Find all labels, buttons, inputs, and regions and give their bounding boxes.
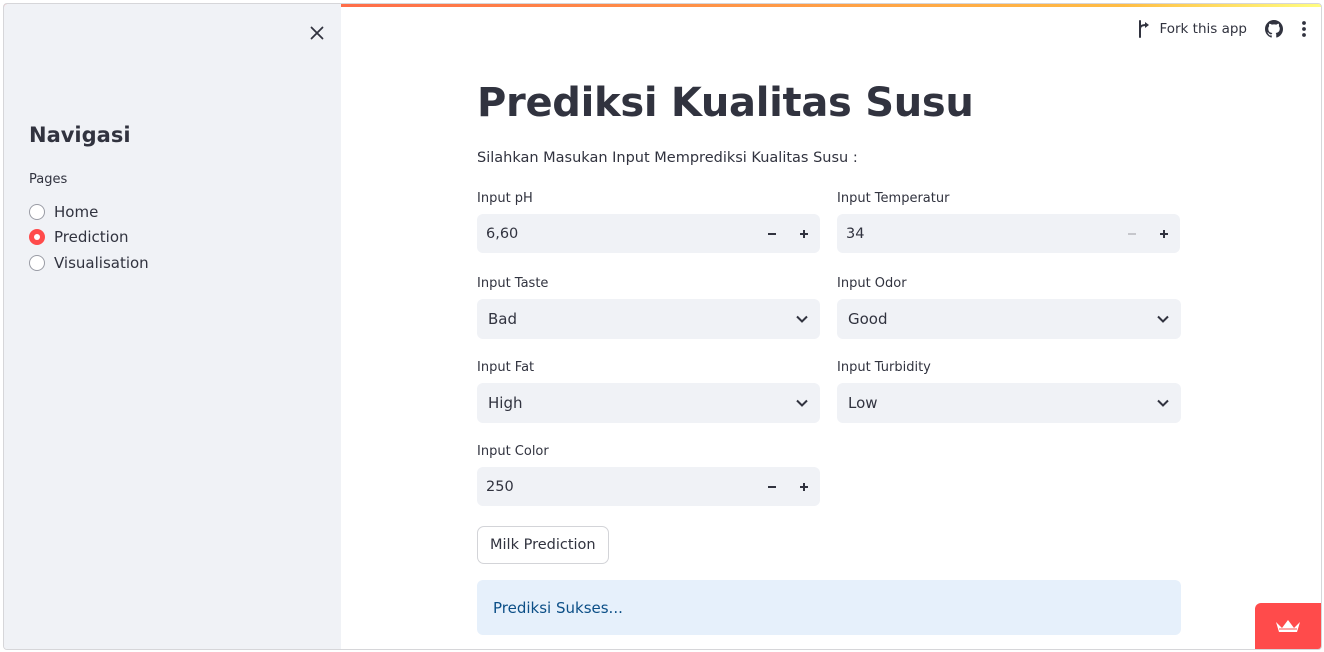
radio-label: Prediction <box>54 228 129 247</box>
chevron-down-icon <box>796 315 808 323</box>
radio-group-label: Pages <box>29 172 68 187</box>
odor-label: Input Odor <box>837 276 907 291</box>
color-label: Input Color <box>477 444 549 459</box>
temperatur-decrement-button[interactable] <box>1116 214 1148 253</box>
streamlit-badge[interactable] <box>1255 603 1321 649</box>
ph-increment-button[interactable] <box>788 214 820 253</box>
close-sidebar-button[interactable] <box>304 20 330 46</box>
radio-option-home[interactable]: Home <box>29 199 149 225</box>
alert-text: Prediksi Sukses... <box>493 598 623 617</box>
kebab-menu-icon <box>1302 21 1306 37</box>
odor-selected-value: Good <box>848 310 888 328</box>
minus-icon <box>768 485 776 488</box>
color-increment-button[interactable] <box>788 467 820 506</box>
chevron-down-icon <box>1157 399 1169 407</box>
temperatur-field: Input Temperatur 34 <box>837 192 1180 253</box>
radio-label: Home <box>54 202 99 221</box>
turbidity-field: Input Turbidity Low <box>837 361 1181 423</box>
close-icon <box>310 26 324 40</box>
sidebar-title: Navigasi <box>29 123 131 147</box>
chevron-down-icon <box>796 399 808 407</box>
taste-field: Input Taste Bad <box>477 277 820 339</box>
color-number-input[interactable]: 250 <box>477 467 820 506</box>
main-menu-button[interactable] <box>1301 20 1307 38</box>
milk-prediction-button[interactable]: Milk Prediction <box>477 526 609 564</box>
radio-option-prediction[interactable]: Prediction <box>29 225 149 251</box>
temperatur-value[interactable]: 34 <box>837 226 1116 242</box>
radio-button[interactable] <box>29 254 45 271</box>
header-toolbar: Fork this app <box>1137 18 1321 40</box>
temperatur-label: Input Temperatur <box>837 191 950 206</box>
fork-app-label: Fork this app <box>1159 21 1247 37</box>
taste-selected-value: Bad <box>488 310 518 328</box>
ph-value[interactable]: 6,60 <box>477 226 756 242</box>
github-button[interactable] <box>1265 20 1283 38</box>
fat-field: Input Fat High <box>477 361 820 423</box>
turbidity-label: Input Turbidity <box>837 360 931 375</box>
app-window: Navigasi Pages Home Prediction Visualisa… <box>3 3 1322 650</box>
fat-select[interactable]: High <box>477 383 820 423</box>
temperatur-increment-button[interactable] <box>1148 214 1180 253</box>
radio-option-visualisation[interactable]: Visualisation <box>29 250 149 276</box>
chevron-down-icon <box>1157 315 1169 323</box>
minus-icon <box>1128 232 1136 235</box>
turbidity-selected-value: Low <box>848 394 878 412</box>
plus-icon <box>800 229 808 238</box>
minus-icon <box>768 232 776 235</box>
radio-button[interactable] <box>29 203 45 220</box>
ph-field: Input pH 6,60 <box>477 192 820 253</box>
crown-icon <box>1276 620 1300 632</box>
ph-decrement-button[interactable] <box>756 214 788 253</box>
color-decrement-button[interactable] <box>756 467 788 506</box>
github-icon <box>1265 20 1283 38</box>
fork-app-button[interactable]: Fork this app <box>1137 20 1247 38</box>
ph-number-input[interactable]: 6,60 <box>477 214 820 253</box>
fork-icon <box>1139 20 1150 38</box>
odor-select[interactable]: Good <box>837 299 1181 339</box>
plus-icon <box>800 482 808 491</box>
radio-button-selected[interactable] <box>29 229 45 246</box>
page-title: Prediksi Kualitas Susu <box>477 80 974 126</box>
color-value[interactable]: 250 <box>477 479 756 495</box>
radio-label: Visualisation <box>54 253 149 272</box>
fat-selected-value: High <box>488 394 523 412</box>
turbidity-select[interactable]: Low <box>837 383 1181 423</box>
taste-select[interactable]: Bad <box>477 299 820 339</box>
odor-field: Input Odor Good <box>837 277 1181 339</box>
ph-label: Input pH <box>477 191 533 206</box>
fat-label: Input Fat <box>477 360 535 375</box>
temperatur-number-input[interactable]: 34 <box>837 214 1180 253</box>
sidebar: Navigasi Pages Home Prediction Visualisa… <box>4 4 341 649</box>
plus-icon <box>1160 229 1168 238</box>
color-field: Input Color 250 <box>477 445 820 506</box>
page-subtitle: Silahkan Masukan Input Memprediksi Kuali… <box>477 150 858 166</box>
taste-label: Input Taste <box>477 276 549 291</box>
info-alert: Prediksi Sukses... <box>477 580 1181 635</box>
pages-radio-group: Home Prediction Visualisation <box>29 199 149 276</box>
